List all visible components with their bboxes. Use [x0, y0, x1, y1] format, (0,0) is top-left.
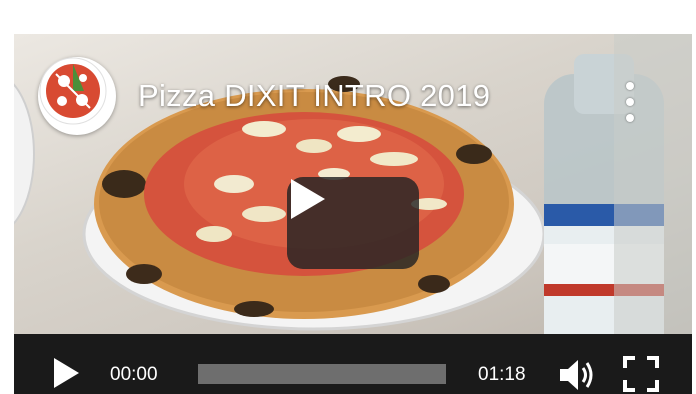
video-header: Pizza DIXIT INTRO 2019 — [38, 56, 490, 136]
control-bar: 00:00 01:18 — [14, 334, 692, 394]
current-time: 00:00 — [110, 364, 158, 385]
fullscreen-icon — [623, 356, 659, 392]
play-icon — [54, 358, 79, 388]
menu-dot — [626, 98, 634, 106]
video-frame[interactable]: Pizza DIXIT INTRO 2019 — [14, 34, 692, 334]
video-player[interactable]: Pizza DIXIT INTRO 2019 00:00 01:18 — [14, 34, 692, 394]
volume-button[interactable] — [558, 358, 598, 394]
progress-bar[interactable] — [198, 364, 446, 384]
play-overlay-button[interactable] — [287, 177, 419, 269]
volume-icon — [560, 360, 593, 390]
duration: 01:18 — [478, 364, 526, 385]
play-icon — [291, 179, 325, 219]
fullscreen-button[interactable] — [623, 356, 659, 394]
kebab-menu-icon[interactable] — [624, 82, 636, 122]
pizza-logo-icon — [39, 57, 107, 125]
play-button[interactable] — [52, 357, 80, 394]
menu-dot — [626, 82, 634, 90]
video-title[interactable]: Pizza DIXIT INTRO 2019 — [138, 78, 490, 114]
menu-dot — [626, 114, 634, 122]
channel-avatar[interactable] — [38, 57, 116, 135]
